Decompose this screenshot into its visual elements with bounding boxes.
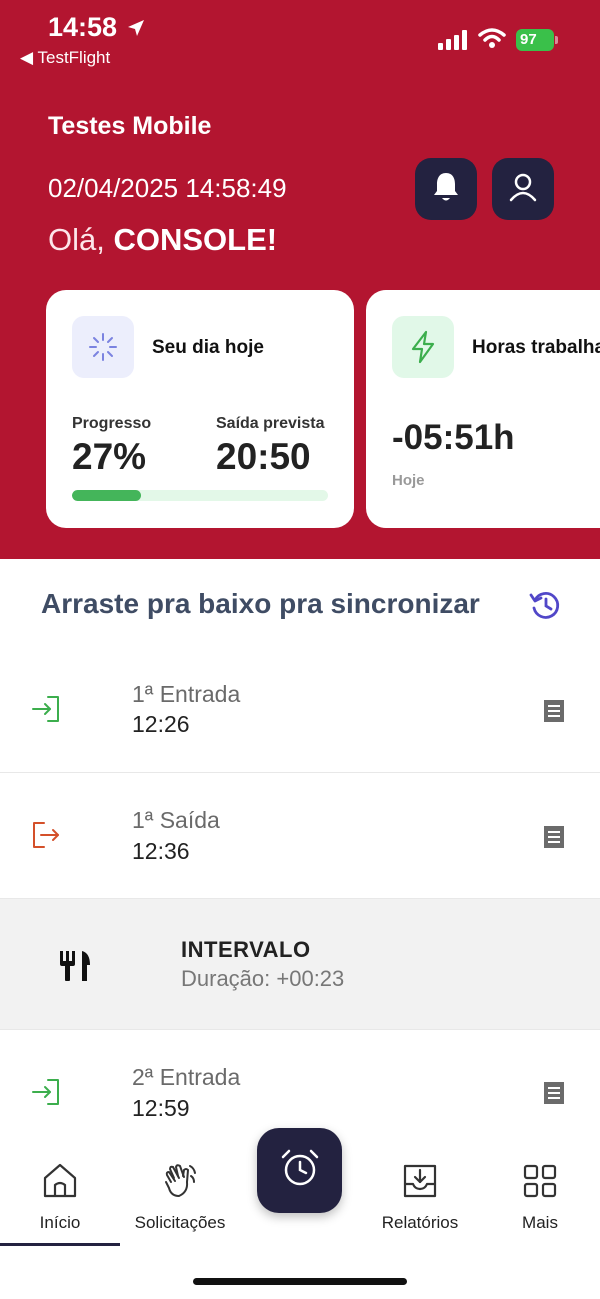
grid-icon bbox=[480, 1162, 600, 1205]
cellular-signal-icon bbox=[438, 30, 470, 55]
back-to-testflight[interactable]: ◀ TestFlight bbox=[20, 48, 110, 68]
app-title: Testes Mobile bbox=[48, 112, 212, 140]
hours-card-title: Horas trabalhadas bbox=[472, 337, 600, 358]
home-icon bbox=[0, 1162, 120, 1205]
entry-time: 12:36 bbox=[132, 838, 190, 864]
greeting-user-name: CONSOLE! bbox=[113, 222, 278, 257]
expected-exit-value: 20:50 bbox=[216, 436, 311, 477]
progress-value: 27% bbox=[72, 436, 147, 477]
fork-knife-icon bbox=[58, 949, 92, 988]
battery-indicator: 97 bbox=[516, 29, 554, 51]
profile-button[interactable] bbox=[492, 158, 554, 220]
entry-label: 1ª Entrada bbox=[132, 681, 241, 707]
entry-label: 2ª Entrada bbox=[132, 1064, 241, 1090]
nav-label-relatorios: Relatórios bbox=[381, 1213, 459, 1232]
hours-worked-card[interactable]: Horas trabalhadas -05:51h Hoje bbox=[366, 290, 600, 528]
day-summary-card[interactable]: Seu dia hoje Progresso 27% Saída previst… bbox=[46, 290, 354, 528]
receipt-icon[interactable] bbox=[542, 1080, 566, 1111]
hours-period-label: Hoje bbox=[392, 472, 425, 489]
history-icon[interactable] bbox=[528, 588, 564, 629]
nav-tab-solicitacoes[interactable]: Solicitações bbox=[120, 1162, 240, 1254]
status-time: 14:58 bbox=[48, 12, 118, 42]
entry-time: 12:26 bbox=[132, 711, 190, 737]
header-panel: 14:58 ◀ TestFlight 97 Testes Mobile 02/0… bbox=[0, 0, 600, 559]
entry-arrow-icon bbox=[31, 1078, 61, 1111]
download-tray-icon bbox=[360, 1162, 480, 1205]
loading-spinner-icon bbox=[72, 316, 134, 378]
home-indicator[interactable] bbox=[193, 1278, 407, 1285]
day-card-title: Seu dia hoje bbox=[152, 337, 264, 358]
expected-exit-label: Saída prevista bbox=[216, 415, 325, 432]
pull-to-sync-hint: Arraste pra baixo pra sincronizar bbox=[41, 588, 480, 619]
wifi-icon bbox=[478, 27, 506, 54]
nav-label-mais: Mais bbox=[522, 1213, 558, 1232]
nav-label-inicio: Início bbox=[39, 1213, 81, 1232]
alarm-clock-icon bbox=[278, 1146, 322, 1195]
greeting: Olá, CONSOLE! bbox=[48, 222, 277, 258]
nav-tab-inicio[interactable]: Início bbox=[0, 1162, 120, 1254]
nav-label-solicitacoes: Solicitações bbox=[134, 1213, 226, 1232]
battery-tip bbox=[555, 36, 558, 44]
list-item[interactable]: 2ª Entrada 12:59 bbox=[0, 1030, 600, 1140]
receipt-icon[interactable] bbox=[542, 824, 566, 855]
list-item[interactable]: 1ª Saída 12:36 bbox=[0, 773, 600, 899]
break-title: INTERVALO bbox=[181, 937, 311, 962]
break-item: INTERVALO Duração: +00:23 bbox=[0, 899, 600, 1030]
progress-bar-fill bbox=[72, 490, 142, 501]
bell-icon bbox=[430, 170, 462, 209]
nav-tab-relatorios[interactable]: Relatórios bbox=[360, 1162, 480, 1254]
progress-bar bbox=[72, 490, 328, 501]
exit-arrow-icon bbox=[31, 821, 61, 854]
hand-wave-icon bbox=[120, 1162, 240, 1205]
entry-label: 1ª Saída bbox=[132, 807, 220, 833]
current-datetime: 02/04/2025 14:58:49 bbox=[48, 173, 287, 203]
active-tab-indicator bbox=[0, 1243, 120, 1246]
location-arrow-icon bbox=[126, 18, 146, 43]
clock-in-button[interactable] bbox=[257, 1128, 342, 1213]
entry-time: 12:59 bbox=[132, 1095, 190, 1121]
lightning-icon bbox=[392, 316, 454, 378]
nav-tab-mais[interactable]: Mais bbox=[480, 1162, 600, 1254]
entry-arrow-icon bbox=[31, 695, 61, 728]
progress-label: Progresso bbox=[72, 415, 152, 432]
notifications-button[interactable] bbox=[415, 158, 477, 220]
bottom-navigation: Início Solicitações Relatórios Mais bbox=[0, 1128, 600, 1299]
receipt-icon[interactable] bbox=[542, 698, 566, 729]
break-duration: Duração: +00:23 bbox=[181, 966, 345, 991]
hours-worked-value: -05:51h bbox=[392, 418, 515, 457]
greeting-prefix: Olá, bbox=[48, 222, 114, 257]
user-icon bbox=[508, 172, 538, 207]
list-item[interactable]: 1ª Entrada 12:26 bbox=[0, 645, 600, 773]
